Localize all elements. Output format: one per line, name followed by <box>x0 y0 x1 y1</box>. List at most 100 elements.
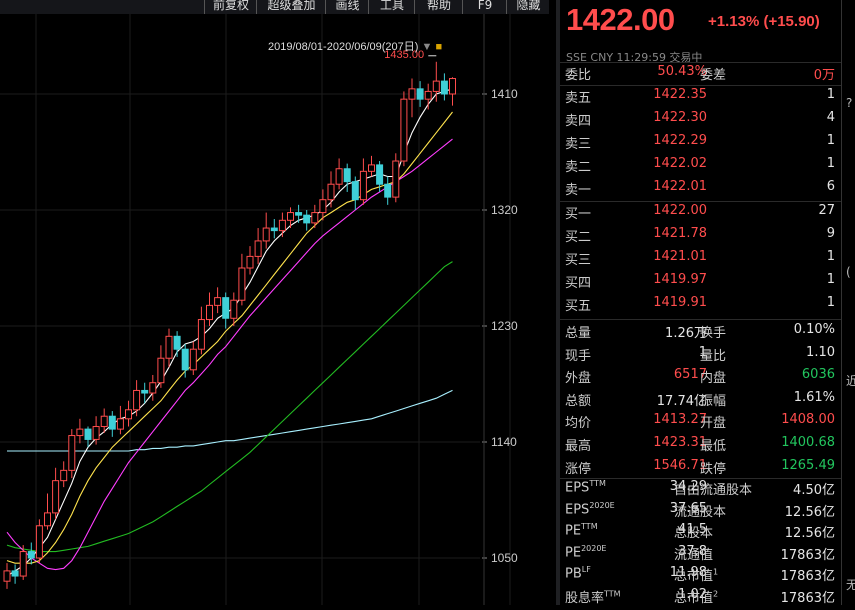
candle-body <box>424 90 432 100</box>
toolbar-item-2[interactable]: 画线 <box>325 0 369 14</box>
kline-chart[interactable]: 1410 1320 1230 1140 1050 1435.00 2019/08/01-2… <box>0 14 556 605</box>
fundamental-label-text: PE <box>565 544 582 560</box>
y-tick-label: 1320 <box>491 203 518 217</box>
ask-price: 1422.29 <box>653 133 707 148</box>
y-tick-label: 1140 <box>491 435 517 449</box>
dropdown-triangle-icon[interactable]: ▼ <box>422 41 433 53</box>
candle-body <box>27 551 35 559</box>
toolbar-item-3[interactable]: 工具 <box>368 0 415 14</box>
ask-row[interactable]: 卖一 1422.01 6 <box>560 179 841 202</box>
candle-body <box>327 183 335 201</box>
candle-body <box>44 512 51 527</box>
fundamental-value: 17863亿 <box>780 590 835 606</box>
bid-row[interactable]: 买二 1421.78 9 <box>560 226 841 249</box>
ask-level-label: 卖四 <box>565 114 592 129</box>
stat-value: 1423.31 <box>653 435 707 450</box>
edge-text-0: ? <box>846 96 853 110</box>
fundamental-label-text: 总市值 <box>674 590 714 606</box>
candle-body <box>214 297 222 306</box>
bid-price: 1419.97 <box>653 272 707 287</box>
fundamental-label: 总股本 <box>674 522 713 541</box>
bid-row[interactable]: 买四 1419.97 1 <box>560 272 841 295</box>
stat-label: 总额 <box>565 393 592 409</box>
toolbar-item-0[interactable]: 前复权 <box>204 0 257 14</box>
candle-body <box>335 168 343 185</box>
order-ratio-label: 委比 <box>565 68 592 83</box>
toolbar-item-1[interactable]: 超级叠加 <box>256 0 326 14</box>
fundamental-row: PE2020E 37.8 流通值 17863亿 <box>560 544 841 567</box>
bid-price: 1419.91 <box>653 295 707 310</box>
stat-row: 外盘 6517 内盘 6036 <box>560 367 841 390</box>
date-range-label[interactable]: 2019/08/01-2020/06/09(207日) ▼ ■ <box>268 38 442 54</box>
edge-text-2: 近 <box>846 374 855 388</box>
fundamental-label: EPSTTM <box>565 479 606 495</box>
candle-body <box>368 164 375 172</box>
order-diff-value: 0万 <box>813 68 835 83</box>
candle-body <box>311 212 319 224</box>
ask-volume: 1 <box>826 87 835 102</box>
candle-body <box>287 212 294 221</box>
toolbar-item-5[interactable]: F9 <box>462 0 507 14</box>
fundamental-label-sup: LF <box>581 565 591 574</box>
candle-body <box>68 435 76 471</box>
candle-body <box>270 227 278 232</box>
stat-value: 1408.00 <box>781 412 835 428</box>
candle-body <box>376 164 384 185</box>
ask-row[interactable]: 卖二 1422.02 1 <box>560 156 841 179</box>
candle-body <box>108 415 116 430</box>
ask-row[interactable]: 卖四 1422.30 4 <box>560 110 841 133</box>
ask-row[interactable]: 卖三 1422.29 1 <box>560 133 841 156</box>
candle-body <box>3 570 11 582</box>
y-tick-label: 1410 <box>491 87 518 101</box>
candle-body <box>303 214 311 224</box>
bid-row[interactable]: 买三 1421.01 1 <box>560 249 841 272</box>
order-diff-label: 委差 <box>700 68 727 83</box>
stat-label: 量比 <box>700 348 727 364</box>
ask-volume: 1 <box>826 133 835 148</box>
kline-chart-svg[interactable]: 141013201230114010501435.00 <box>0 14 556 605</box>
fundamental-label: 自由流通股本 <box>674 479 752 498</box>
candle-body <box>238 267 246 301</box>
fundamental-label-text: 流通股本 <box>674 504 727 520</box>
fundamental-value: 17863亿 <box>780 547 835 563</box>
candle-body <box>222 297 230 319</box>
fundamental-label: 股息率TTM <box>565 587 621 605</box>
stat-label: 外盘 <box>565 371 592 387</box>
stat-value: 1546.71 <box>653 457 707 473</box>
fundamental-label-text: 总股本 <box>674 526 714 541</box>
ask-price: 1422.01 <box>653 179 707 194</box>
candle-body <box>359 170 367 201</box>
y-tick-label: 1050 <box>491 551 518 565</box>
lock-icon[interactable]: ■ <box>435 41 442 53</box>
stat-row: 最高 1423.31 最低 1400.68 <box>560 435 841 458</box>
fundamental-label-text: EPS <box>565 480 590 496</box>
candle-body <box>246 255 254 269</box>
ask-row[interactable]: 卖五 1422.35 1 <box>560 87 841 110</box>
fundamental-label-text: EPS <box>565 501 590 517</box>
fundamental-label-sup: 2020E <box>589 500 615 510</box>
bid-row[interactable]: 买五 1419.91 1 <box>560 295 841 318</box>
candle-body <box>60 469 68 482</box>
stat-label: 内盘 <box>700 371 727 387</box>
toolbar-item-4[interactable]: 帮助 <box>414 0 463 14</box>
ma20-line <box>6 138 453 571</box>
fundamental-label-text: PB <box>565 566 582 582</box>
toolbar-item-6[interactable]: 隐藏 <box>506 0 550 14</box>
bid-price: 1421.78 <box>653 226 707 241</box>
fundamental-row: EPS2020E 37.65 流通股本 12.56亿 <box>560 501 841 524</box>
candle-body <box>384 183 392 198</box>
bid-level-label: 买五 <box>565 299 592 314</box>
fundamental-label: PBLF <box>565 565 591 581</box>
ask-level-label: 卖一 <box>565 183 592 198</box>
section-divider <box>560 319 841 320</box>
fundamental-row: EPSTTM 34.29 自由流通股本 4.50亿 <box>560 479 841 502</box>
candle-body <box>449 78 456 95</box>
candle-body <box>408 88 416 100</box>
fundamental-label-text: PE <box>565 523 582 539</box>
candle-body <box>416 88 424 100</box>
bid-row[interactable]: 买一 1422.00 27 <box>560 203 841 226</box>
stat-row: 均价 1413.27 开盘 1408.00 <box>560 412 841 435</box>
candle-body <box>343 168 351 183</box>
fundamental-value: 12.56亿 <box>784 526 835 541</box>
fundamental-label-sup: TTM <box>589 479 606 488</box>
